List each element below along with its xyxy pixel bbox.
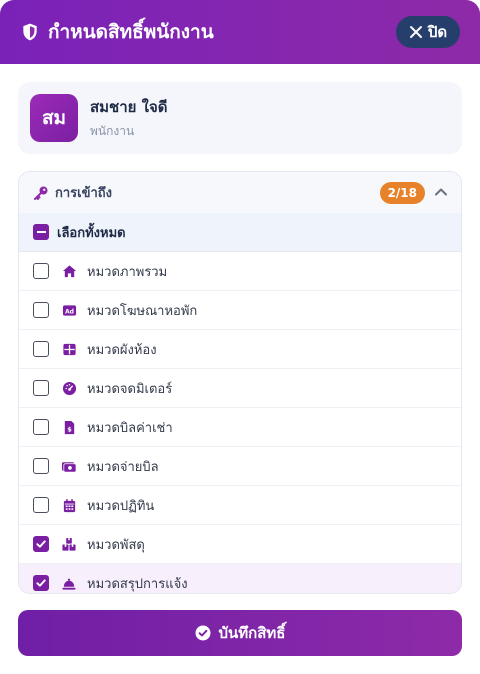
avatar: สม [30, 94, 78, 142]
modal-title: กำหนดสิทธิ์พนักงาน [48, 21, 214, 43]
permission-label: หมวดบิลค่าเช่า [87, 420, 173, 436]
close-button[interactable]: ปิด [396, 16, 460, 48]
permission-row[interactable]: หมวดสรุปการแจ้ง [19, 564, 461, 593]
checkbox[interactable] [33, 380, 49, 396]
key-icon [33, 185, 49, 201]
permission-label: หมวดจ่ายบิล [87, 459, 159, 475]
permission-label: หมวดสรุปการแจ้ง [87, 576, 188, 592]
save-button[interactable]: บันทึกสิทธิ์ [18, 610, 462, 656]
user-role: พนักงาน [90, 124, 135, 138]
calendar-icon [61, 497, 77, 513]
checkbox[interactable] [33, 263, 49, 279]
boxes-icon [61, 536, 77, 552]
panel-title: การเข้าถึง [55, 186, 113, 201]
permission-label: หมวดโฆษณาหอพัก [87, 303, 198, 319]
checkbox[interactable] [33, 302, 49, 318]
save-label: บันทึกสิทธิ์ [218, 624, 286, 642]
svg-text:$: $ [67, 425, 72, 433]
ad-icon: Ad [61, 302, 77, 318]
count-badge: 2/18 [379, 182, 425, 204]
grid-icon [61, 341, 77, 357]
select-all-label: เลือกทั้งหมด [57, 225, 126, 241]
checkbox[interactable] [33, 458, 49, 474]
permission-row[interactable]: หมวดพัสดุ [19, 525, 461, 564]
gauge-icon [61, 380, 77, 396]
user-card: สม สมชาย ใจดี พนักงาน [18, 82, 462, 154]
permission-label: หมวดจดมิเตอร์ [87, 381, 173, 397]
modal-header: กำหนดสิทธิ์พนักงาน ปิด [0, 0, 480, 64]
permission-panel: การเข้าถึง 2/18 เลือกทั้งหมด หมวดภาพรวม A… [18, 171, 462, 594]
home-icon [61, 263, 77, 279]
checkbox-checked[interactable] [33, 575, 49, 591]
checkbox-checked[interactable] [33, 536, 49, 552]
select-all-checkbox[interactable] [33, 224, 49, 240]
shield-icon [20, 21, 40, 43]
check-circle-icon [195, 625, 211, 641]
select-all-row[interactable]: เลือกทั้งหมด [19, 213, 461, 252]
permission-row[interactable]: หมวดจ่ายบิล [19, 447, 461, 486]
bell-icon [61, 575, 77, 591]
permission-row[interactable]: Ad หมวดโฆษณาหอพัก [19, 291, 461, 330]
money-icon [61, 458, 77, 474]
permission-row[interactable]: หมวดภาพรวม [19, 252, 461, 291]
permission-modal: กำหนดสิทธิ์พนักงาน ปิด สม สมชาย ใจดี พนั… [0, 0, 480, 674]
checkbox[interactable] [33, 419, 49, 435]
permission-row[interactable]: หมวดจดมิเตอร์ [19, 369, 461, 408]
svg-text:Ad: Ad [64, 308, 73, 315]
close-label: ปิด [427, 23, 448, 41]
permission-label: หมวดภาพรวม [87, 264, 168, 280]
permission-label: หมวดปฏิทิน [87, 498, 155, 514]
permission-row[interactable]: หมวดผังห้อง [19, 330, 461, 369]
invoice-icon: $ [61, 419, 77, 435]
permission-list: หมวดภาพรวม Ad หมวดโฆษณาหอพัก หมวดผังห้อง หมว… [19, 252, 461, 593]
checkbox[interactable] [33, 497, 49, 513]
user-name: สมชาย ใจดี [90, 98, 168, 116]
panel-header[interactable]: การเข้าถึง 2/18 [19, 172, 461, 213]
close-icon [409, 25, 423, 39]
checkbox[interactable] [33, 341, 49, 357]
permission-row[interactable]: $ หมวดบิลค่าเช่า [19, 408, 461, 447]
permission-row[interactable]: หมวดปฏิทิน [19, 486, 461, 525]
permission-label: หมวดพัสดุ [87, 537, 145, 553]
chevron-up-icon[interactable] [433, 184, 449, 200]
permission-label: หมวดผังห้อง [87, 342, 157, 358]
